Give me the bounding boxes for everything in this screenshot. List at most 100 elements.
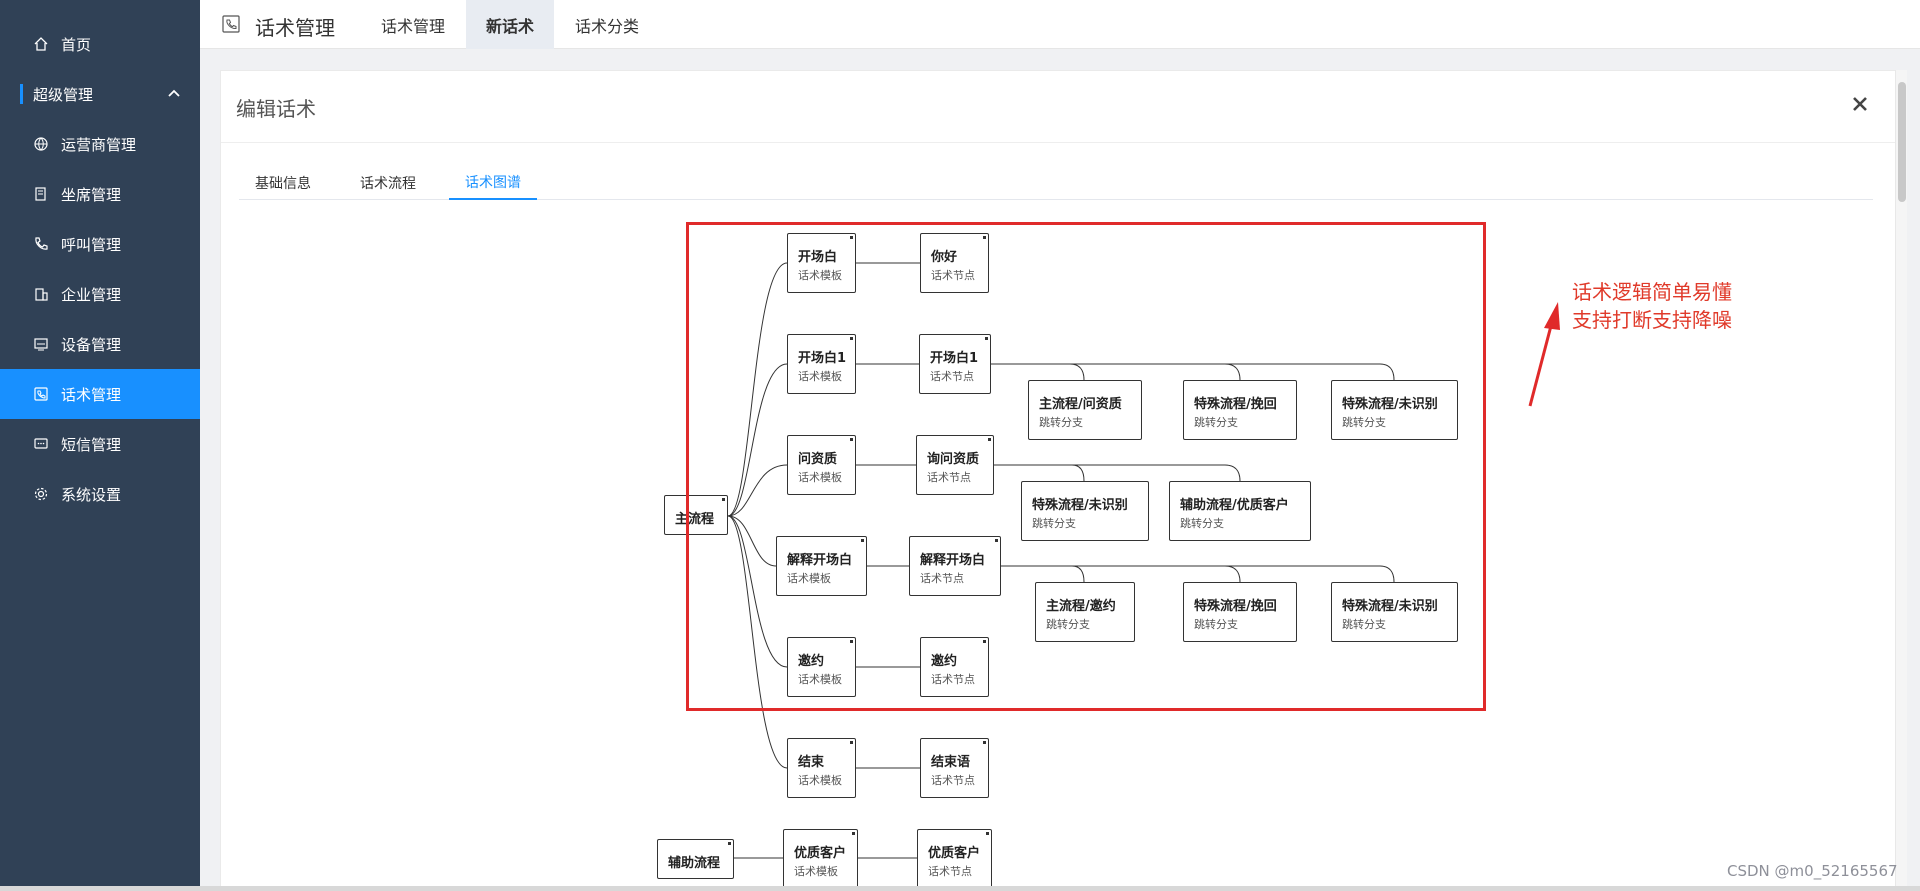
node-branch-main-qualify[interactable]: 主流程/问资质 跳转分支 bbox=[1028, 380, 1142, 440]
sidebar-item-label: 短信管理 bbox=[61, 435, 122, 454]
sidebar-item-seats[interactable]: 坐席管理 bbox=[0, 169, 200, 219]
node-title: 特殊流程/挽回 bbox=[1194, 397, 1277, 412]
tab-script-flow[interactable]: 话术流程 bbox=[344, 166, 432, 200]
scrollbar-thumb[interactable] bbox=[1898, 82, 1906, 202]
node-template-opening[interactable]: 开场白 话术模板 bbox=[787, 233, 856, 293]
sidebar-item-scripts[interactable]: 话术管理 bbox=[0, 369, 200, 419]
node-template-opening1[interactable]: 开场白1 话术模板 bbox=[787, 334, 856, 394]
node-ask-qualify[interactable]: 询问资质 话术节点 bbox=[916, 435, 994, 495]
globe-icon bbox=[33, 136, 49, 152]
node-subtitle: 话术节点 bbox=[927, 471, 971, 484]
sidebar-item-label: 企业管理 bbox=[61, 285, 122, 304]
message-icon bbox=[33, 436, 49, 452]
node-template-end[interactable]: 结束 话术模板 bbox=[787, 738, 856, 798]
node-title: 优质客户 bbox=[794, 846, 847, 861]
editor-tabs: 基础信息 话术流程 话术图谱 bbox=[239, 166, 1873, 200]
node-handle bbox=[728, 842, 731, 845]
sidebar-item-enterprise[interactable]: 企业管理 bbox=[0, 269, 200, 319]
node-subtitle: 话术节点 bbox=[930, 370, 974, 383]
home-icon bbox=[33, 36, 49, 52]
taskbar-strip bbox=[0, 886, 1920, 891]
node-title: 主流程/邀约 bbox=[1046, 599, 1116, 614]
sidebar-item-label: 设备管理 bbox=[61, 335, 122, 354]
node-subtitle: 跳转分支 bbox=[1039, 416, 1083, 429]
node-opening1[interactable]: 开场白1 话术节点 bbox=[919, 334, 991, 394]
group-indicator bbox=[20, 84, 23, 104]
node-hello[interactable]: 你好 话术节点 bbox=[920, 233, 989, 293]
node-branch-aux-quality[interactable]: 辅助流程/优质客户 跳转分支 bbox=[1169, 481, 1311, 541]
node-branch-special-unrecognized[interactable]: 特殊流程/未识别 跳转分支 bbox=[1331, 582, 1458, 642]
tab-script-category[interactable]: 话术分类 bbox=[555, 0, 659, 49]
tab-new-script[interactable]: 新话术 bbox=[466, 0, 555, 49]
node-branch-special-unrecognized[interactable]: 特殊流程/未识别 跳转分支 bbox=[1331, 380, 1458, 440]
node-subtitle: 跳转分支 bbox=[1194, 618, 1238, 631]
sidebar-item-label: 呼叫管理 bbox=[61, 235, 122, 254]
node-title: 开场白1 bbox=[930, 351, 979, 366]
sidebar-item-label: 首页 bbox=[61, 35, 92, 54]
node-subtitle: 跳转分支 bbox=[1194, 416, 1238, 429]
node-template-qualify[interactable]: 问资质 话术模板 bbox=[787, 435, 856, 495]
node-template-invite[interactable]: 邀约 话术模板 bbox=[787, 637, 856, 697]
sidebar-item-settings[interactable]: 系统设置 bbox=[0, 469, 200, 519]
node-title: 特殊流程/未识别 bbox=[1342, 599, 1438, 614]
chevron-up-icon[interactable] bbox=[166, 85, 182, 101]
node-subtitle: 话术模板 bbox=[798, 673, 842, 686]
tab-label: 话术流程 bbox=[360, 176, 416, 192]
node-title: 解释开场白 bbox=[787, 553, 853, 568]
node-title: 解释开场白 bbox=[920, 553, 986, 568]
page-title: 话术管理 bbox=[255, 16, 335, 40]
node-subtitle: 话术节点 bbox=[920, 572, 964, 585]
tab-label: 话术管理 bbox=[381, 16, 446, 36]
device-icon bbox=[33, 336, 49, 352]
node-title: 询问资质 bbox=[927, 452, 980, 467]
sidebar-item-devices[interactable]: 设备管理 bbox=[0, 319, 200, 369]
node-main-flow[interactable]: 主流程 bbox=[664, 495, 728, 535]
node-handle bbox=[983, 236, 986, 239]
tab-basic-info[interactable]: 基础信息 bbox=[239, 166, 327, 200]
node-title: 主流程/问资质 bbox=[1039, 397, 1122, 412]
node-branch-special-retain[interactable]: 特殊流程/挽回 跳转分支 bbox=[1183, 582, 1297, 642]
node-subtitle: 跳转分支 bbox=[1342, 618, 1386, 631]
node-subtitle: 话术模板 bbox=[798, 774, 842, 787]
node-title: 问资质 bbox=[798, 452, 838, 467]
node-title: 你好 bbox=[931, 250, 958, 265]
node-branch-special-unrecognized[interactable]: 特殊流程/未识别 跳转分支 bbox=[1021, 481, 1149, 541]
node-subtitle: 话术模板 bbox=[798, 370, 842, 383]
vertical-scrollbar[interactable] bbox=[1895, 70, 1907, 891]
node-handle bbox=[986, 832, 989, 835]
node-title: 开场白 bbox=[798, 250, 838, 265]
close-icon[interactable] bbox=[1849, 93, 1871, 115]
arrow-icon bbox=[1528, 302, 1560, 407]
node-title: 主流程 bbox=[675, 512, 715, 527]
sidebar-item-label: 系统设置 bbox=[61, 485, 122, 504]
sidebar-item-label: 坐席管理 bbox=[61, 185, 122, 204]
sidebar-item-home[interactable]: 首页 bbox=[0, 19, 200, 69]
node-branch-special-retain[interactable]: 特殊流程/挽回 跳转分支 bbox=[1183, 380, 1297, 440]
node-template-explain[interactable]: 解释开场白 话术模板 bbox=[776, 536, 867, 596]
sidebar-item-operators[interactable]: 运营商管理 bbox=[0, 119, 200, 169]
node-title: 结束 bbox=[798, 755, 825, 770]
building-icon bbox=[33, 286, 49, 302]
sidebar-item-calls[interactable]: 呼叫管理 bbox=[0, 219, 200, 269]
script-icon bbox=[33, 386, 49, 402]
tab-script-management[interactable]: 话术管理 bbox=[361, 0, 465, 49]
node-handle bbox=[850, 438, 853, 441]
node-aux-flow[interactable]: 辅助流程 bbox=[657, 839, 734, 879]
tab-script-graph[interactable]: 话术图谱 bbox=[449, 166, 537, 200]
node-explain[interactable]: 解释开场白 话术节点 bbox=[909, 536, 1001, 596]
annotation-text: 话术逻辑简单易懂 支持打断支持降噪 bbox=[1572, 278, 1732, 334]
node-title: 邀约 bbox=[798, 654, 825, 669]
node-subtitle: 话术模板 bbox=[798, 269, 842, 282]
seat-icon bbox=[33, 186, 49, 202]
node-subtitle: 跳转分支 bbox=[1342, 416, 1386, 429]
node-quality[interactable]: 优质客户 话术节点 bbox=[917, 829, 992, 889]
tab-label: 话术图谱 bbox=[465, 175, 521, 191]
node-subtitle: 话术节点 bbox=[931, 269, 975, 282]
node-template-quality[interactable]: 优质客户 话术模板 bbox=[783, 829, 858, 889]
sidebar-item-sms[interactable]: 短信管理 bbox=[0, 419, 200, 469]
sidebar-group-super-admin[interactable]: 超级管理 bbox=[0, 69, 200, 119]
node-branch-main-invite[interactable]: 主流程/邀约 跳转分支 bbox=[1035, 582, 1135, 642]
node-invite[interactable]: 邀约 话术节点 bbox=[920, 637, 989, 697]
node-handle bbox=[995, 539, 998, 542]
node-end[interactable]: 结束语 话术节点 bbox=[920, 738, 989, 798]
